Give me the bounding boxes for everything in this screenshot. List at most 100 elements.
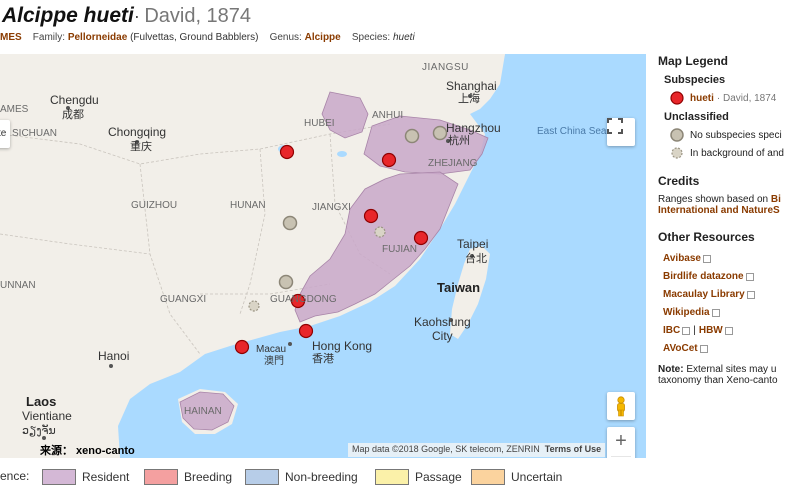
legend-item-breeding: Breeding <box>144 469 232 485</box>
marker-hueti <box>279 144 295 160</box>
legend-prefix: ence: <box>0 469 30 483</box>
sidebar: Map Legend Subspecies hueti · David, 187… <box>658 54 788 484</box>
note-text: External sites may u <box>686 364 777 375</box>
legend-item-uncertain: Uncertain <box>471 469 562 485</box>
legend-label: Resident <box>82 470 130 484</box>
resource-ibc-hbw: IBC | HBW <box>663 322 788 340</box>
legend-item-non-breeding: Non-breeding <box>245 469 358 485</box>
resource-link[interactable]: Avibase <box>663 250 701 268</box>
subspecies-row[interactable]: hueti · David, 1874 <box>670 91 788 105</box>
map-label: HAINAN <box>184 406 222 417</box>
attribution-text: Map data ©2018 Google, SK telecom, ZENRI… <box>352 444 540 454</box>
title-separator: · <box>133 6 140 26</box>
range-map[interactable]: JIANGSU Shanghai 上海 ANHUI Hangzhou 杭州 ZH… <box>0 54 646 458</box>
resource-wikipedia[interactable]: Wikipedia <box>663 304 788 322</box>
marker-unclassified <box>432 125 448 141</box>
map-label: SICHUAN <box>12 128 57 139</box>
resource-link[interactable]: Birdlife datazone <box>663 268 744 286</box>
map-label: Taipei <box>457 237 488 251</box>
map-label: East China Sea <box>537 126 607 137</box>
background-label: In background of and <box>690 147 784 159</box>
dashed-marker-icon <box>671 147 683 159</box>
map-type-control[interactable]: te <box>0 120 10 148</box>
legend-item-passage: Passage <box>375 469 462 485</box>
map-attribution: Map data ©2018 Google, SK telecom, ZENRI… <box>348 443 606 457</box>
map-legend-title: Map Legend <box>658 54 729 68</box>
legend-label: Passage <box>415 470 462 484</box>
map-label: UNNAN <box>0 280 36 291</box>
external-link-icon <box>682 327 691 335</box>
map-label: Macau <box>256 344 286 355</box>
note-text-2: taxonomy than Xeno-canto <box>658 375 778 386</box>
marker-hueti <box>363 208 379 224</box>
credits-title: Credits <box>658 174 700 188</box>
marker-background <box>248 300 260 312</box>
other-resources-title: Other Resources <box>658 230 755 244</box>
map-label: Laos <box>26 394 56 409</box>
resource-link[interactable]: AVoCet <box>663 340 698 358</box>
pegman-icon <box>617 396 625 417</box>
map-label: 成都 <box>62 108 84 121</box>
red-marker-icon <box>670 91 684 105</box>
family-link[interactable]: Pellorneidae <box>68 32 127 43</box>
marker-hueti <box>381 152 397 168</box>
subspecies-name[interactable]: hueti <box>690 93 714 104</box>
taxonomy-row: MES Family: Pellorneidae (Fulvettas, Gro… <box>0 32 415 43</box>
resource-avibase[interactable]: Avibase <box>663 250 788 268</box>
resource-link[interactable]: Wikipedia <box>663 304 710 322</box>
ibc-link[interactable]: IBC <box>663 322 680 340</box>
terms-link[interactable]: Terms of Use <box>545 444 601 454</box>
no-subspecies-row: No subspecies speci <box>670 128 788 142</box>
legend-label: Breeding <box>184 470 233 484</box>
legend-swatch <box>144 469 178 485</box>
species-authority: David, 1874 <box>144 5 252 27</box>
map-label: JIANGXI <box>312 202 351 213</box>
zoom-in-button[interactable]: + <box>607 427 635 456</box>
marker-unclassified <box>404 128 420 144</box>
note-label: Note: <box>658 364 684 375</box>
map-label: 重庆 <box>130 139 152 153</box>
resource-birdlife[interactable]: Birdlife datazone <box>663 268 788 286</box>
map-label: 香港 <box>312 352 334 365</box>
external-link-icon <box>702 255 711 263</box>
map-label: ວຽງຈັນ <box>22 423 56 437</box>
map-label: 杭州 <box>448 133 470 147</box>
resource-macaulay[interactable]: Macaulay Library <box>663 286 788 304</box>
species-title: Alcippe hueti· David, 1874 <box>2 4 251 30</box>
source-credit: 来源： xeno-canto <box>40 445 135 457</box>
map-label: Hangzhou <box>446 121 501 135</box>
genus-link[interactable]: Alcippe <box>305 32 341 43</box>
credits-text: Ranges shown based on Bi <box>658 194 788 205</box>
zoom-out-button[interactable]: − <box>607 457 635 458</box>
hbw-link[interactable]: HBW <box>699 322 723 340</box>
legend-label: Uncertain <box>511 470 563 484</box>
resources-list: Avibase Birdlife datazone Macaulay Libra… <box>663 250 788 358</box>
credits-link[interactable]: Bi <box>771 194 781 205</box>
map-label: FUJIAN <box>382 244 417 255</box>
map-type-label: te <box>0 128 7 139</box>
external-link-icon <box>711 309 720 317</box>
street-view-button[interactable] <box>607 392 635 420</box>
no-subspecies-label: No subspecies speci <box>690 129 782 141</box>
map-label: GUANGDONG <box>270 294 337 305</box>
map-label: GUIZHOU <box>131 200 177 211</box>
map-label: ANHUI <box>372 110 403 121</box>
map-label: Taiwan <box>437 280 480 295</box>
fullscreen-icon <box>607 118 623 134</box>
fullscreen-button[interactable] <box>607 118 635 146</box>
external-link-icon <box>745 273 754 281</box>
marker-hueti <box>413 230 429 246</box>
map-label: Shanghai <box>446 79 497 93</box>
resource-link[interactable]: Macaulay Library <box>663 286 745 304</box>
note: Note: External sites may u <box>658 364 788 375</box>
grey-marker-icon <box>670 128 684 142</box>
map-label: JIANGSU <box>422 62 469 73</box>
names-link[interactable]: MES <box>0 32 22 43</box>
legend-swatch <box>245 469 279 485</box>
resource-avocet[interactable]: AVoCet <box>663 340 788 358</box>
unclassified-title: Unclassified <box>664 111 729 123</box>
map-label: Hong Kong <box>312 339 372 353</box>
credits-link-2[interactable]: International and NatureS <box>658 205 780 216</box>
map-canvas: JIANGSU Shanghai 上海 ANHUI Hangzhou 杭州 ZH… <box>0 54 607 458</box>
external-link-icon <box>699 345 708 353</box>
